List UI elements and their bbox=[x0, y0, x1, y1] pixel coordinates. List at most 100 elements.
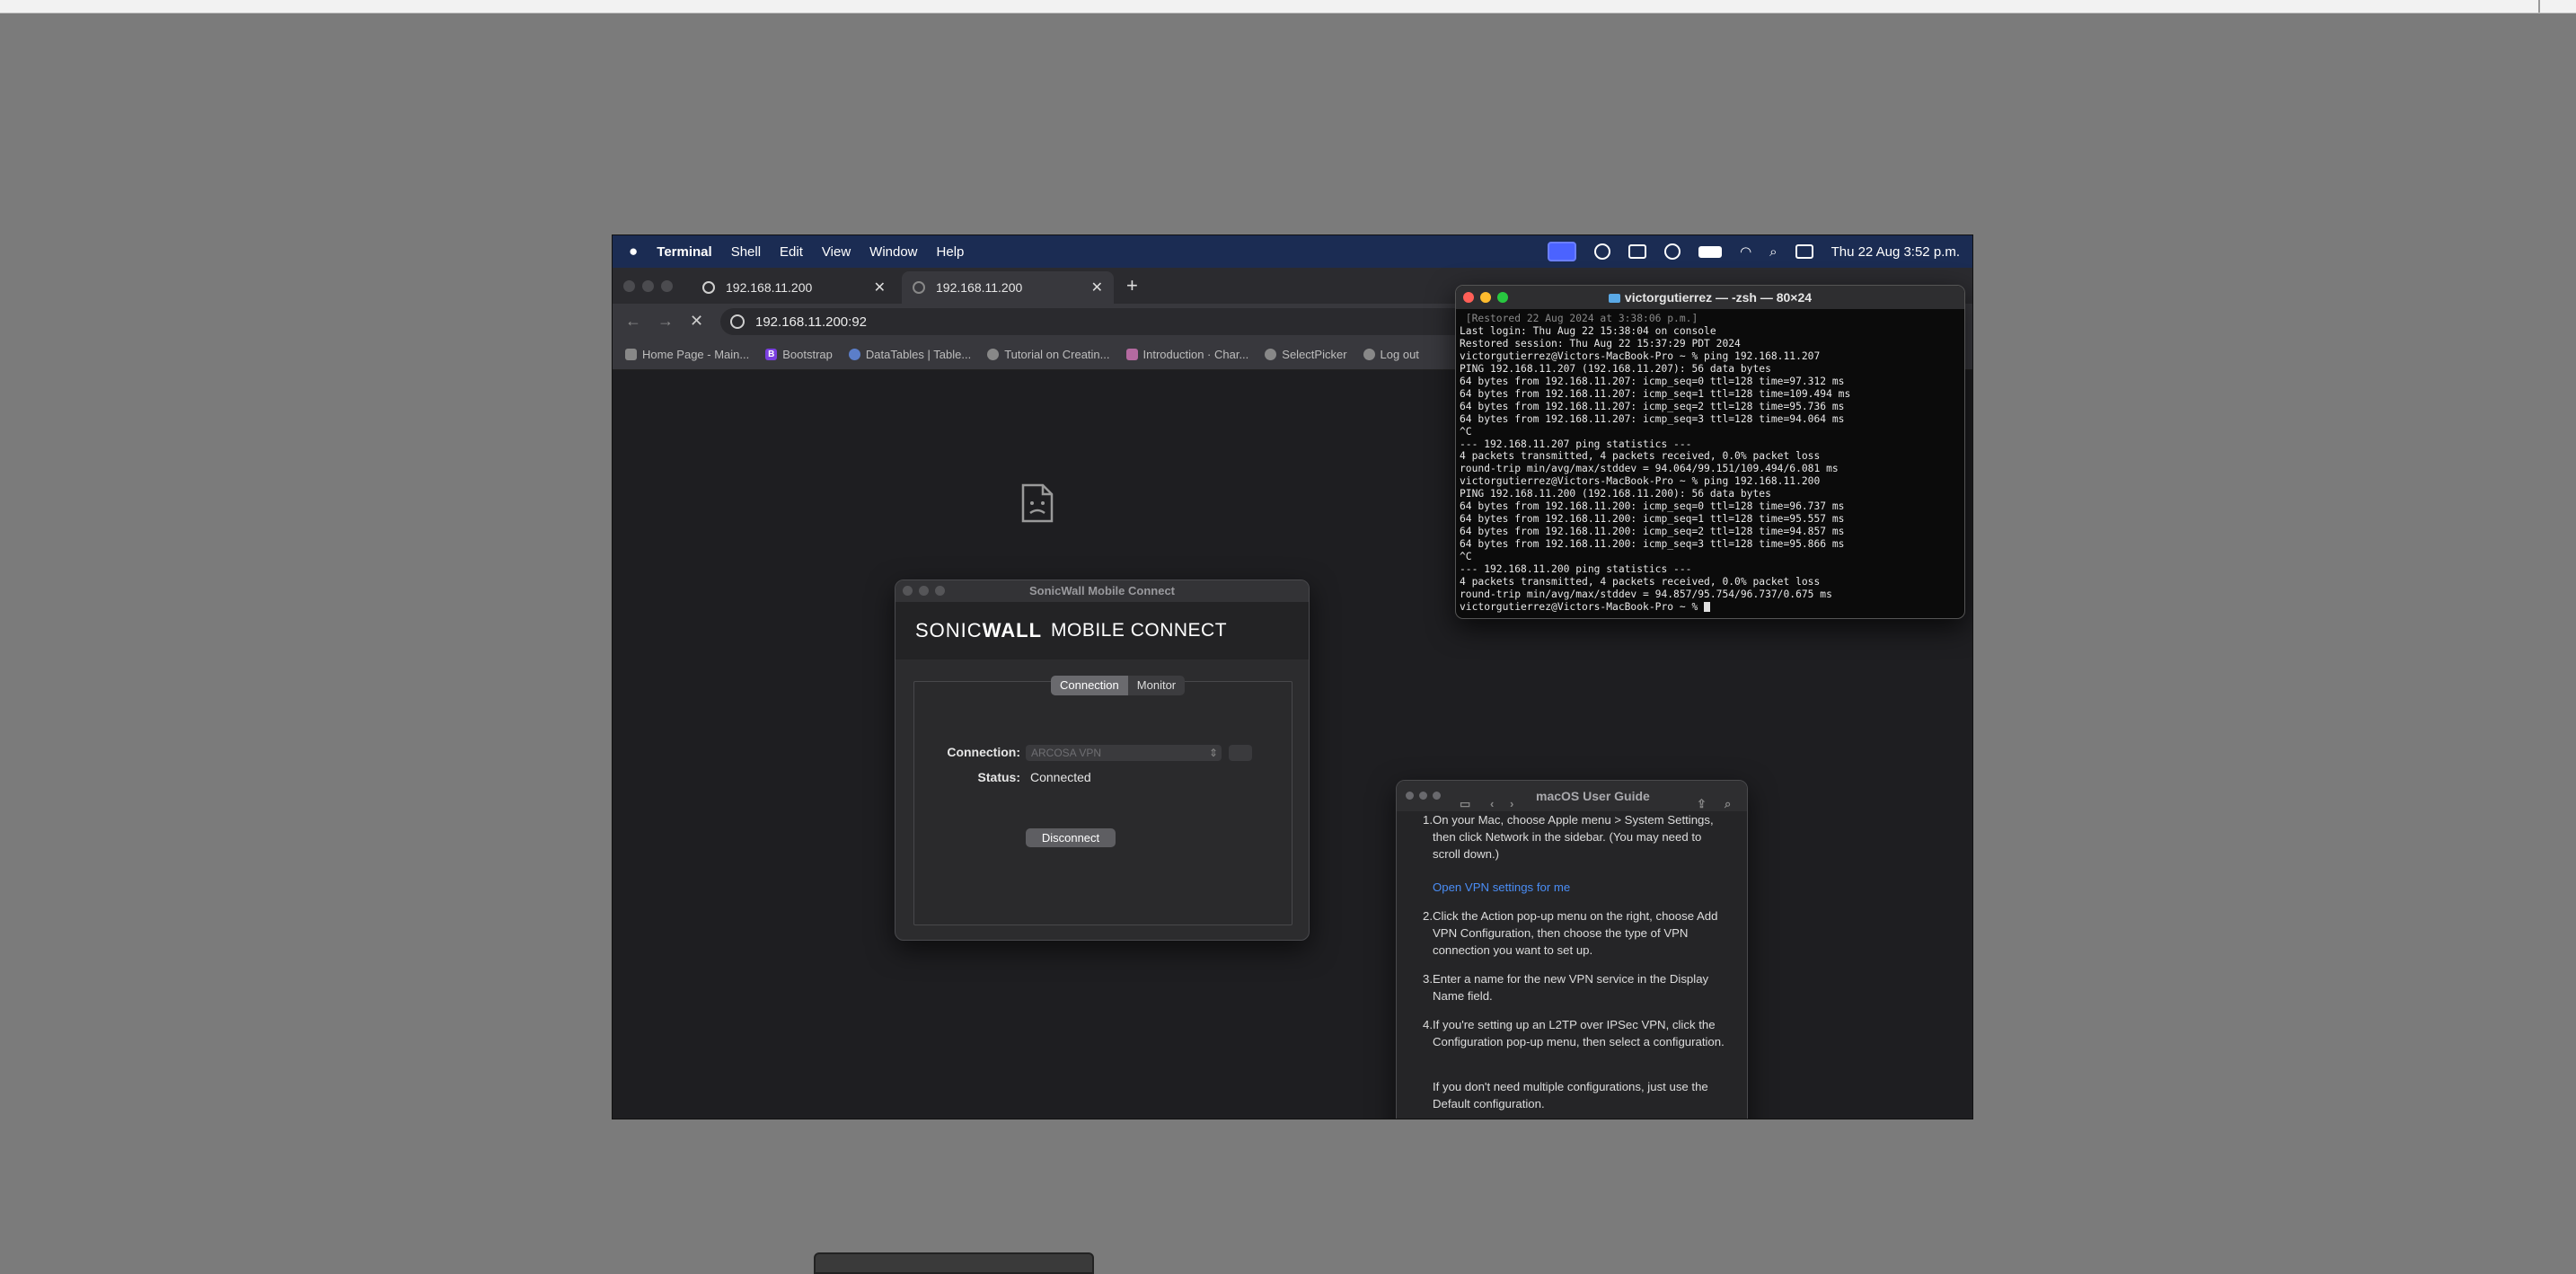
terminal-line: Last login: Thu Aug 22 15:38:04 on conso… bbox=[1460, 324, 1716, 337]
menu-shell[interactable]: Shell bbox=[731, 244, 761, 260]
back-arrow-icon[interactable]: ← bbox=[625, 312, 641, 331]
terminal-line: 4 packets transmitted, 4 packets receive… bbox=[1460, 576, 1821, 588]
minimize-window-button[interactable] bbox=[919, 586, 929, 596]
bookmark-label: Log out bbox=[1380, 348, 1419, 361]
step-text: Click the Action pop-up menu on the righ… bbox=[1433, 909, 1718, 957]
terminal-title: victorgutierrez — -zsh — 80×24 bbox=[1624, 290, 1813, 305]
browser-tab-1[interactable]: 192.168.11.200 ✕ bbox=[692, 271, 896, 304]
menu-edit[interactable]: Edit bbox=[780, 244, 803, 260]
close-window-button[interactable] bbox=[903, 586, 913, 596]
sonicwall-brand: SONICWALL MOBILE CONNECT bbox=[895, 602, 1309, 659]
cloud-icon[interactable] bbox=[1594, 243, 1611, 260]
tab-title: 192.168.11.200 bbox=[936, 280, 1023, 295]
bookmark-item[interactable]: B Bootstrap bbox=[765, 348, 833, 361]
search-icon[interactable]: ⌕ bbox=[1769, 244, 1777, 260]
menu-view[interactable]: View bbox=[822, 244, 851, 260]
sonicwall-window: SonicWall Mobile Connect SONICWALL MOBIL… bbox=[895, 579, 1310, 941]
terminal-line: victorgutierrez@Victors-MacBook-Pro ~ % … bbox=[1460, 475, 1821, 488]
tab-title: 192.168.11.200 bbox=[726, 280, 813, 295]
bookmark-item[interactable]: SelectPicker bbox=[1265, 348, 1347, 361]
status-label: Status: bbox=[977, 770, 1020, 784]
step-text: Enter a name for the new VPN service in … bbox=[1433, 972, 1709, 1003]
close-window-button[interactable] bbox=[1463, 292, 1474, 303]
terminal-line: 4 packets transmitted, 4 packets receive… bbox=[1460, 450, 1821, 463]
terminal-line: 64 bytes from 192.168.11.207: icmp_seq=2… bbox=[1460, 400, 1845, 412]
top-strip-marker bbox=[2538, 0, 2540, 13]
terminal-line: round-trip min/avg/max/stddev = 94.857/9… bbox=[1460, 588, 1832, 600]
bookmark-label: Bootstrap bbox=[782, 348, 833, 361]
terminal-line: 64 bytes from 192.168.11.200: icmp_seq=0… bbox=[1460, 500, 1845, 513]
minimize-window-button[interactable] bbox=[1480, 292, 1491, 303]
forward-arrow-icon[interactable]: → bbox=[657, 312, 674, 331]
brand-wall: WALL bbox=[982, 619, 1043, 641]
connection-select[interactable]: ARCOSA VPN ⇕ bbox=[1026, 745, 1222, 761]
terminal-output[interactable]: [Restored 22 Aug 2024 at 3:38:06 p.m.] La… bbox=[1456, 309, 1964, 617]
terminal-line: --- 192.168.11.207 ping statistics --- bbox=[1460, 438, 1692, 450]
datatables-icon bbox=[848, 349, 860, 360]
browser-tab-2[interactable]: 192.168.11.200 ✕ bbox=[902, 271, 1114, 304]
user-guide-titlebar: ▭ ‹ › macOS User Guide ⇪ ⌕ bbox=[1397, 781, 1747, 811]
terminal-line: --- 192.168.11.200 ping statistics --- bbox=[1460, 563, 1692, 576]
bookmark-item[interactable]: Home Page - Main... bbox=[625, 348, 749, 361]
shield-icon[interactable] bbox=[1664, 243, 1681, 260]
step-number: 1. bbox=[1423, 813, 1433, 827]
stop-loading-icon[interactable]: ✕ bbox=[690, 312, 703, 331]
bookmark-label: SelectPicker bbox=[1282, 348, 1347, 361]
user-guide-window: ▭ ‹ › macOS User Guide ⇪ ⌕ 1. On your Ma… bbox=[1396, 780, 1748, 1119]
minimize-window-button[interactable] bbox=[1419, 792, 1427, 800]
open-vpn-settings-link[interactable]: Open VPN settings for me bbox=[1433, 879, 1570, 896]
menu-app-name[interactable]: Terminal bbox=[657, 244, 711, 260]
step-number: 2. bbox=[1423, 909, 1433, 923]
minimize-window-button[interactable] bbox=[642, 280, 654, 292]
battery-icon[interactable] bbox=[1698, 245, 1723, 258]
screen-mirroring-icon[interactable] bbox=[1548, 242, 1577, 261]
zoom-window-button[interactable] bbox=[661, 280, 673, 292]
disconnect-button[interactable]: Disconnect bbox=[1026, 828, 1116, 847]
menu-window[interactable]: Window bbox=[869, 244, 917, 260]
zoom-window-button[interactable] bbox=[1497, 292, 1508, 303]
bookmark-label: Home Page - Main... bbox=[642, 348, 750, 361]
terminal-line: 64 bytes from 192.168.11.200: icmp_seq=1… bbox=[1460, 513, 1845, 526]
wifi-icon[interactable]: ◠ bbox=[1740, 243, 1751, 260]
menu-help[interactable]: Help bbox=[937, 244, 965, 260]
menu-clock[interactable]: Thu 22 Aug 3:52 p.m. bbox=[1831, 244, 1960, 260]
terminal-line: round-trip min/avg/max/stddev = 94.064/9… bbox=[1460, 463, 1839, 475]
close-window-button[interactable] bbox=[623, 280, 635, 292]
tab-monitor[interactable]: Monitor bbox=[1128, 676, 1185, 695]
sonicwall-logo: SONICWALL bbox=[915, 619, 1042, 642]
bookmark-item[interactable]: Tutorial on Creatin... bbox=[987, 348, 1110, 361]
terminal-line: 64 bytes from 192.168.11.207: icmp_seq=3… bbox=[1460, 412, 1845, 425]
control-center-icon[interactable] bbox=[1795, 244, 1813, 259]
terminal-line: 64 bytes from 192.168.11.207: icmp_seq=0… bbox=[1460, 375, 1845, 387]
loading-icon bbox=[913, 281, 925, 294]
dock-edge bbox=[814, 1252, 1094, 1274]
user-guide-title: macOS User Guide bbox=[1536, 789, 1650, 803]
status-value: Connected bbox=[1030, 770, 1091, 784]
terminal-line: 64 bytes from 192.168.11.200: icmp_seq=2… bbox=[1460, 526, 1845, 538]
terminal-line: ^C bbox=[1460, 425, 1472, 438]
bookmark-item[interactable]: Log out bbox=[1363, 348, 1419, 361]
globe-icon bbox=[1363, 349, 1375, 360]
globe-icon bbox=[702, 281, 715, 294]
connection-options-button[interactable] bbox=[1229, 745, 1252, 761]
close-tab-icon[interactable]: ✕ bbox=[874, 279, 886, 296]
card-icon[interactable] bbox=[1628, 244, 1647, 259]
zoom-window-button[interactable] bbox=[935, 586, 945, 596]
globe-icon bbox=[987, 349, 1000, 360]
terminal-prompt: victorgutierrez@Victors-MacBook-Pro ~ % bbox=[1460, 601, 1961, 614]
bootstrap-icon: B bbox=[765, 349, 778, 360]
sad-page-icon bbox=[1021, 483, 1054, 523]
zoom-window-button[interactable] bbox=[1433, 792, 1441, 800]
new-tab-button[interactable]: + bbox=[1126, 274, 1138, 297]
terminal-titlebar: victorgutierrez — -zsh — 80×24 bbox=[1456, 286, 1964, 309]
bookmark-item[interactable]: DataTables | Table... bbox=[848, 348, 971, 361]
close-tab-icon[interactable]: ✕ bbox=[1091, 279, 1103, 296]
close-window-button[interactable] bbox=[1406, 792, 1414, 800]
site-info-icon[interactable] bbox=[730, 314, 745, 329]
step-text: If you're setting up an L2TP over IPSec … bbox=[1433, 1018, 1725, 1048]
step-number: 4. bbox=[1423, 1018, 1433, 1031]
bookmark-item[interactable]: Introduction · Char... bbox=[1125, 348, 1248, 361]
tab-connection[interactable]: Connection bbox=[1051, 676, 1128, 695]
prompt-text: victorgutierrez@Victors-MacBook-Pro ~ % bbox=[1460, 600, 1705, 613]
apple-menu-icon[interactable]: ● bbox=[629, 243, 638, 261]
